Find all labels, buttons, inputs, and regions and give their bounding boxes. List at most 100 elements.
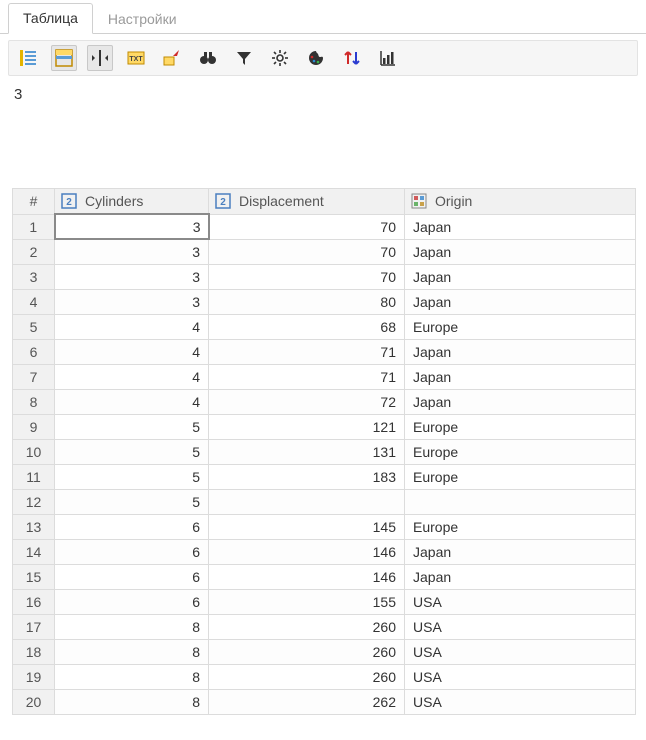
cell-origin[interactable]: USA — [405, 615, 636, 640]
cell-cylinders[interactable]: 6 — [55, 590, 209, 615]
cell-origin[interactable]: USA — [405, 665, 636, 690]
col-header-rownum[interactable]: # — [13, 189, 55, 215]
cell-origin[interactable]: Japan — [405, 214, 636, 239]
palette-icon[interactable] — [303, 45, 329, 71]
cell-displacement[interactable]: 183 — [209, 465, 405, 490]
cell-cylinders[interactable]: 5 — [55, 415, 209, 440]
cell-cylinders[interactable]: 4 — [55, 340, 209, 365]
cell-origin[interactable]: Japan — [405, 265, 636, 290]
row-number[interactable]: 7 — [13, 365, 55, 390]
cell-origin[interactable]: Japan — [405, 540, 636, 565]
table-row: 115183Europe — [13, 465, 636, 490]
table-row: 105131Europe — [13, 440, 636, 465]
cell-displacement[interactable]: 68 — [209, 315, 405, 340]
cell-origin[interactable]: USA — [405, 640, 636, 665]
cell-displacement[interactable]: 72 — [209, 390, 405, 415]
cell-origin[interactable]: Europe — [405, 415, 636, 440]
sort-icon[interactable] — [339, 45, 365, 71]
row-number[interactable]: 13 — [13, 515, 55, 540]
cell-displacement[interactable]: 121 — [209, 415, 405, 440]
row-number[interactable]: 2 — [13, 239, 55, 265]
row-number[interactable]: 11 — [13, 465, 55, 490]
row-number[interactable]: 19 — [13, 665, 55, 690]
cell-origin[interactable]: Japan — [405, 239, 636, 265]
cell-origin[interactable]: Europe — [405, 440, 636, 465]
cell-origin[interactable]: Europe — [405, 465, 636, 490]
row-number[interactable]: 15 — [13, 565, 55, 590]
cell-displacement[interactable]: 146 — [209, 565, 405, 590]
cell-cylinders[interactable]: 5 — [55, 440, 209, 465]
row-number[interactable]: 3 — [13, 265, 55, 290]
cell-origin[interactable]: Japan — [405, 365, 636, 390]
cell-cylinders[interactable]: 5 — [55, 465, 209, 490]
chart-icon[interactable] — [375, 45, 401, 71]
cell-cylinders[interactable]: 6 — [55, 540, 209, 565]
row-number[interactable]: 17 — [13, 615, 55, 640]
cell-origin[interactable]: Japan — [405, 340, 636, 365]
filter-icon[interactable] — [231, 45, 257, 71]
cell-cylinders[interactable]: 4 — [55, 315, 209, 340]
list-columns-icon[interactable] — [15, 45, 41, 71]
cell-origin[interactable] — [405, 490, 636, 515]
cell-displacement[interactable]: 71 — [209, 365, 405, 390]
row-number[interactable]: 12 — [13, 490, 55, 515]
col-header-displacement[interactable]: 2 Displacement — [209, 189, 405, 215]
cell-cylinders[interactable]: 8 — [55, 690, 209, 715]
cell-cylinders[interactable]: 8 — [55, 665, 209, 690]
cell-displacement[interactable]: 70 — [209, 214, 405, 239]
row-number[interactable]: 18 — [13, 640, 55, 665]
layout-icon[interactable] — [51, 45, 77, 71]
cell-origin[interactable]: USA — [405, 690, 636, 715]
cell-cylinders[interactable]: 4 — [55, 365, 209, 390]
row-number[interactable]: 10 — [13, 440, 55, 465]
cell-displacement[interactable]: 145 — [209, 515, 405, 540]
cell-displacement[interactable]: 80 — [209, 290, 405, 315]
cell-displacement[interactable]: 131 — [209, 440, 405, 465]
cell-displacement[interactable]: 70 — [209, 265, 405, 290]
row-number[interactable]: 4 — [13, 290, 55, 315]
cell-origin[interactable]: Japan — [405, 565, 636, 590]
cell-cylinders[interactable]: 3 — [55, 214, 209, 239]
cell-cylinders[interactable]: 8 — [55, 615, 209, 640]
row-number[interactable]: 9 — [13, 415, 55, 440]
col-header-origin[interactable]: Origin — [405, 189, 636, 215]
row-number[interactable]: 5 — [13, 315, 55, 340]
cell-displacement[interactable]: 146 — [209, 540, 405, 565]
fit-width-icon[interactable] — [87, 45, 113, 71]
cell-cylinders[interactable]: 3 — [55, 239, 209, 265]
row-number[interactable]: 20 — [13, 690, 55, 715]
table-row: 136145Europe — [13, 515, 636, 540]
cell-origin[interactable]: Europe — [405, 515, 636, 540]
cell-displacement[interactable]: 260 — [209, 665, 405, 690]
cell-displacement[interactable]: 260 — [209, 615, 405, 640]
cell-origin[interactable]: Japan — [405, 290, 636, 315]
cell-displacement[interactable] — [209, 490, 405, 515]
cell-origin[interactable]: Japan — [405, 390, 636, 415]
cell-cylinders[interactable]: 5 — [55, 490, 209, 515]
cell-displacement[interactable]: 260 — [209, 640, 405, 665]
cell-displacement[interactable]: 155 — [209, 590, 405, 615]
cell-cylinders[interactable]: 8 — [55, 640, 209, 665]
row-number[interactable]: 14 — [13, 540, 55, 565]
cell-displacement[interactable]: 71 — [209, 340, 405, 365]
row-number[interactable]: 1 — [13, 214, 55, 239]
cell-cylinders[interactable]: 4 — [55, 390, 209, 415]
cell-cylinders[interactable]: 6 — [55, 565, 209, 590]
settings-gear-icon[interactable] — [267, 45, 293, 71]
cell-displacement[interactable]: 262 — [209, 690, 405, 715]
cell-cylinders[interactable]: 3 — [55, 265, 209, 290]
tab-settings[interactable]: Настройки — [93, 4, 192, 34]
cell-origin[interactable]: USA — [405, 590, 636, 615]
txt-icon[interactable]: TXT — [123, 45, 149, 71]
row-number[interactable]: 6 — [13, 340, 55, 365]
col-header-cylinders[interactable]: 2 Cylinders — [55, 189, 209, 215]
cell-cylinders[interactable]: 3 — [55, 290, 209, 315]
cell-displacement[interactable]: 70 — [209, 239, 405, 265]
tab-table[interactable]: Таблица — [8, 3, 93, 34]
row-number[interactable]: 8 — [13, 390, 55, 415]
export-icon[interactable] — [159, 45, 185, 71]
row-number[interactable]: 16 — [13, 590, 55, 615]
binoculars-icon[interactable] — [195, 45, 221, 71]
cell-origin[interactable]: Europe — [405, 315, 636, 340]
cell-cylinders[interactable]: 6 — [55, 515, 209, 540]
